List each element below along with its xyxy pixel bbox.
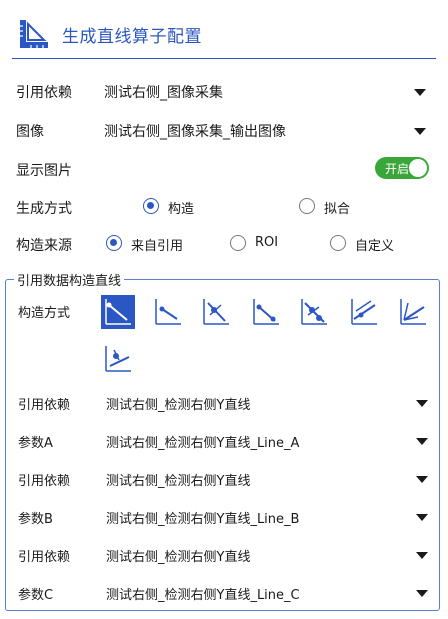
mode-point-slope[interactable] xyxy=(249,295,283,329)
field-label: 引用依赖 xyxy=(18,474,71,489)
radio-circle-checked xyxy=(143,198,159,214)
radio-circle-checked xyxy=(106,235,122,251)
param-b-select[interactable]: 测试右侧_检测右侧Y直线_Line_B xyxy=(104,504,430,530)
ref-depend-a-select[interactable]: 测试右侧_检测右侧Y直线 xyxy=(104,390,430,416)
mode-offset[interactable] xyxy=(101,342,135,376)
show-image-toggle[interactable]: 开启 xyxy=(375,157,429,179)
group-field-row: 参数A 测试右侧_检测右侧Y直线_Line_A xyxy=(18,428,428,454)
point-direction-icon xyxy=(105,299,131,325)
group-title: 引用数据构造直线 xyxy=(14,270,125,289)
field-value: 测试右侧_检测右侧Y直线 xyxy=(106,474,251,489)
show-image-row: 显示图片 开启 xyxy=(16,155,432,183)
chevron-down-icon xyxy=(416,590,428,597)
bisector-line-icon xyxy=(400,299,426,325)
mode-point-direction[interactable] xyxy=(101,295,135,329)
field-label: 引用依赖 xyxy=(18,398,71,413)
chevron-down-icon xyxy=(416,514,428,521)
ref-depend-label: 引用依赖 xyxy=(16,85,72,101)
radio-roi[interactable]: ROI xyxy=(230,235,290,253)
mode-parallel[interactable] xyxy=(347,295,381,329)
gen-mode-row: 生成方式 构造 拟合 xyxy=(16,193,432,221)
group-field-row: 引用依赖 测试右侧_检测右侧Y直线 xyxy=(18,390,428,416)
mode-bisector[interactable] xyxy=(396,295,430,329)
field-label: 参数B xyxy=(18,512,53,527)
field-label: 参数C xyxy=(18,588,54,603)
radio-custom-label: 自定义 xyxy=(355,239,395,254)
ref-depend-b-select[interactable]: 测试右侧_检测右侧Y直线 xyxy=(104,466,430,492)
mode-perpendicular[interactable] xyxy=(297,295,331,329)
field-value: 测试右侧_检测右侧Y直线_Line_A xyxy=(106,436,300,451)
mode-angle[interactable] xyxy=(199,295,233,329)
toggle-text: 开启 xyxy=(385,162,410,176)
ref-depend-select[interactable]: 测试右侧_图像采集 xyxy=(102,77,428,105)
radio-roi-label: ROI xyxy=(255,235,279,250)
group-field-row: 参数C 测试右侧_检测右侧Y直线_Line_C xyxy=(18,580,428,606)
field-label: 参数A xyxy=(18,436,53,451)
radio-circle xyxy=(230,235,246,251)
header-divider xyxy=(12,58,436,59)
field-label: 引用依赖 xyxy=(18,550,71,565)
chevron-down-icon xyxy=(414,89,426,96)
ref-depend-value: 测试右侧_图像采集 xyxy=(104,85,223,101)
image-row: 图像 测试右侧_图像采集_输出图像 xyxy=(16,116,432,144)
ref-depend-c-select[interactable]: 测试右侧_检测右侧Y直线 xyxy=(104,542,430,568)
perpendicular-line-icon xyxy=(301,299,327,325)
radio-from-ref[interactable]: 来自引用 xyxy=(106,235,196,254)
param-a-select[interactable]: 测试右侧_检测右侧Y直线_Line_A xyxy=(104,428,430,454)
show-image-label: 显示图片 xyxy=(16,163,72,179)
page-title: 生成直线算子配置 xyxy=(62,27,202,47)
radio-construct[interactable]: 构造 xyxy=(143,198,223,217)
ruler-triangle-icon xyxy=(20,20,48,48)
ref-depend-row: 引用依赖 测试右侧_图像采集 xyxy=(16,77,432,105)
offset-line-icon xyxy=(105,346,131,372)
toggle-knob xyxy=(409,159,427,177)
source-row: 构造来源 来自引用 ROI 自定义 xyxy=(16,230,432,258)
header: 生成直线算子配置 xyxy=(0,0,448,64)
radio-construct-label: 构造 xyxy=(168,202,195,217)
chevron-down-icon xyxy=(416,552,428,559)
field-value: 测试右侧_检测右侧Y直线 xyxy=(106,550,251,565)
two-point-line-icon xyxy=(155,299,181,325)
chevron-down-icon xyxy=(416,476,428,483)
group-field-row: 引用依赖 测试右侧_检测右侧Y直线 xyxy=(18,542,428,568)
radio-fit[interactable]: 拟合 xyxy=(299,198,379,217)
param-c-select[interactable]: 测试右侧_检测右侧Y直线_Line_C xyxy=(104,580,430,606)
radio-circle xyxy=(330,235,346,251)
radio-custom[interactable]: 自定义 xyxy=(330,235,410,254)
chevron-down-icon xyxy=(416,438,428,445)
source-label: 构造来源 xyxy=(16,238,72,254)
field-value: 测试右侧_检测右侧Y直线_Line_C xyxy=(106,588,300,603)
radio-circle xyxy=(299,198,315,214)
mode-label: 构造方式 xyxy=(18,306,71,321)
mode-two-point[interactable] xyxy=(151,295,185,329)
chevron-down-icon xyxy=(416,400,428,407)
radio-fit-label: 拟合 xyxy=(324,202,351,217)
image-value: 测试右侧_图像采集_输出图像 xyxy=(104,124,286,140)
image-label: 图像 xyxy=(16,124,44,140)
point-slope-icon xyxy=(253,299,279,325)
angle-line-icon xyxy=(203,299,229,325)
parallel-line-icon xyxy=(351,299,377,325)
chevron-down-icon xyxy=(414,128,426,135)
field-value: 测试右侧_检测右侧Y直线_Line_B xyxy=(106,512,300,527)
radio-from-ref-label: 来自引用 xyxy=(131,239,184,254)
field-value: 测试右侧_检测右侧Y直线 xyxy=(106,398,251,413)
group-field-row: 引用依赖 测试右侧_检测右侧Y直线 xyxy=(18,466,428,492)
image-select[interactable]: 测试右侧_图像采集_输出图像 xyxy=(102,116,428,144)
gen-mode-label: 生成方式 xyxy=(16,201,72,217)
group-field-row: 参数B 测试右侧_检测右侧Y直线_Line_B xyxy=(18,504,428,530)
